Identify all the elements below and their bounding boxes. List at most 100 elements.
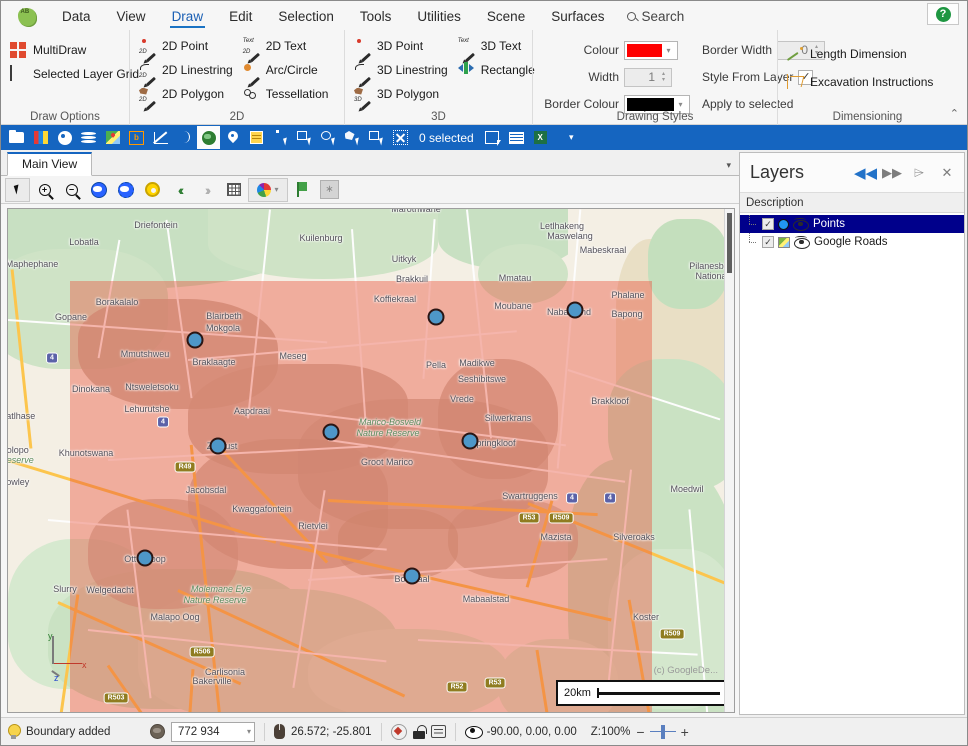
snap-target-icon[interactable] bbox=[390, 723, 407, 740]
map-point-marker[interactable] bbox=[186, 331, 204, 349]
tessellation-button[interactable]: Tessellation bbox=[240, 83, 336, 105]
ribbon-search[interactable]: Search bbox=[617, 5, 692, 30]
tab-overflow-caret-icon[interactable]: ▾ bbox=[726, 160, 731, 171]
map-viewport[interactable]: Driefontein Lobatla Maphephane Kuilenburg Ui… bbox=[7, 208, 735, 713]
globe-icon[interactable] bbox=[150, 724, 165, 739]
zoom-minus-icon[interactable]: − bbox=[636, 725, 644, 739]
map-point-marker[interactable] bbox=[136, 549, 154, 567]
map-point-marker[interactable] bbox=[427, 308, 445, 326]
select-circle-icon[interactable] bbox=[317, 126, 340, 149]
select-box-icon[interactable] bbox=[365, 126, 388, 149]
zoom-in-icon[interactable]: + bbox=[32, 178, 57, 202]
ribbon-tab-view[interactable]: View bbox=[104, 5, 159, 30]
globe-icon[interactable] bbox=[197, 126, 220, 149]
overflow-caret-icon[interactable]: ▾ bbox=[560, 126, 583, 149]
colour-theme-icon[interactable]: ▾ bbox=[248, 177, 288, 202]
excavation-instructions-button[interactable]: Excavation Instructions bbox=[784, 71, 940, 93]
close-icon[interactable]: ✕ bbox=[938, 165, 956, 181]
length-dimension-button[interactable]: Length Dimension bbox=[784, 43, 940, 65]
map-point-marker[interactable] bbox=[461, 432, 479, 450]
zoom-extents-icon[interactable] bbox=[86, 178, 111, 202]
previous-view-icon[interactable]: ‹‹ bbox=[167, 178, 192, 202]
feature-count-combo[interactable]: 772 934 ▾ bbox=[171, 721, 255, 742]
spreadsheet-icon[interactable] bbox=[29, 126, 52, 149]
layers-icon[interactable] bbox=[77, 126, 100, 149]
export-excel-icon[interactable]: X bbox=[529, 126, 552, 149]
map-point-marker[interactable] bbox=[566, 301, 584, 319]
2d-linestring-button[interactable]: 2D 2D Linestring bbox=[136, 59, 240, 86]
map-place-label: Reserve bbox=[7, 455, 34, 465]
scrollbar-thumb[interactable] bbox=[727, 213, 732, 273]
collapse-left-icon[interactable]: ◀◀ bbox=[854, 164, 877, 182]
unlocked-icon[interactable] bbox=[412, 724, 427, 739]
select-rectangle-icon[interactable] bbox=[293, 126, 316, 149]
ribbon-tab-tools[interactable]: Tools bbox=[347, 5, 405, 30]
ribbon-tab-utilities[interactable]: Utilities bbox=[404, 5, 474, 30]
ribbon-tab-draw[interactable]: Draw bbox=[159, 5, 217, 30]
grid-toggle-icon[interactable] bbox=[221, 178, 246, 202]
3d-linestring-button[interactable]: 3D Linestring bbox=[351, 59, 455, 86]
map-point-marker[interactable] bbox=[403, 567, 421, 585]
selection-boundary-rectangle[interactable] bbox=[70, 281, 652, 712]
zoom-out-icon[interactable]: − bbox=[59, 178, 84, 202]
ribbon-tab-edit[interactable]: Edit bbox=[216, 5, 265, 30]
tab-main-view[interactable]: Main View bbox=[7, 152, 93, 176]
pointer-select-icon[interactable] bbox=[5, 177, 30, 202]
attribute-table-icon[interactable] bbox=[505, 126, 528, 149]
colour-picker[interactable]: ▾ bbox=[624, 40, 678, 60]
next-view-icon[interactable]: ›› bbox=[194, 178, 219, 202]
selected-layer-grid-button[interactable]: Selected Layer Grid bbox=[7, 63, 146, 85]
bounding-box-icon[interactable]: b bbox=[125, 126, 148, 149]
multidraw-button[interactable]: MultiDraw bbox=[7, 39, 146, 61]
zoom-plus-icon[interactable]: + bbox=[681, 725, 689, 739]
spline-icon[interactable] bbox=[173, 126, 196, 149]
annotation-icon[interactable] bbox=[430, 725, 446, 738]
favourite-star-icon[interactable]: ∗ bbox=[317, 178, 342, 202]
2d-text-button[interactable]: Text 2D 2D Text bbox=[240, 35, 336, 62]
2d-point-button[interactable]: 2D 2D Point bbox=[136, 35, 240, 62]
map-vertical-scrollbar[interactable] bbox=[724, 209, 734, 712]
3d-point-button[interactable]: 3D Point bbox=[351, 35, 455, 62]
zoom-slider[interactable] bbox=[649, 724, 676, 739]
pin-marker-icon[interactable] bbox=[221, 126, 244, 149]
rectangle-button[interactable]: Rectangle bbox=[455, 59, 542, 81]
view-direction-icon[interactable] bbox=[464, 726, 483, 739]
expand-right-icon[interactable]: ▶▶ bbox=[882, 165, 902, 181]
ribbon-tab-scene[interactable]: Scene bbox=[474, 5, 538, 30]
pin-icon[interactable]: ⌲ bbox=[910, 165, 928, 181]
layer-visibility-checkbox[interactable]: ✓ bbox=[762, 236, 774, 248]
zoom-selection-icon[interactable] bbox=[113, 178, 138, 202]
map-canvas[interactable]: Driefontein Lobatla Maphephane Kuilenburg Ui… bbox=[8, 209, 734, 712]
3d-text-button[interactable]: Text 3D Text bbox=[455, 35, 542, 62]
ribbon-tab-selection[interactable]: Selection bbox=[265, 5, 347, 30]
layer-row[interactable]: ✓ Google Roads bbox=[740, 233, 964, 251]
width-spinner[interactable]: 1 ▴ ▾ bbox=[624, 67, 672, 87]
2d-polygon-button[interactable]: 2D 2D Polygon bbox=[136, 83, 240, 110]
settings-gear-icon[interactable] bbox=[140, 178, 165, 202]
help-button[interactable]: ? bbox=[927, 3, 959, 25]
map-point-marker[interactable] bbox=[209, 437, 227, 455]
arc-circle-button[interactable]: Arc/Circle bbox=[240, 59, 336, 86]
ribbon-tab-surfaces[interactable]: Surfaces bbox=[538, 5, 617, 30]
triangle-measure-icon[interactable] bbox=[149, 126, 172, 149]
layer-visibility-checkbox[interactable]: ✓ bbox=[762, 218, 774, 230]
3d-polygon-button[interactable]: 3D 3D Polygon bbox=[351, 83, 455, 110]
copy-selection-icon[interactable] bbox=[481, 126, 504, 149]
eye-icon[interactable] bbox=[793, 217, 809, 231]
layer-row[interactable]: ✓ Points bbox=[740, 215, 964, 233]
app-logo-icon[interactable] bbox=[5, 4, 49, 30]
eye-icon[interactable] bbox=[794, 235, 810, 249]
zoom-slider-control[interactable]: − + bbox=[636, 724, 689, 739]
ribbon-collapse-button[interactable]: ⌃ bbox=[950, 107, 959, 120]
ribbon-tab-data[interactable]: Data bbox=[49, 5, 104, 30]
select-point-icon[interactable] bbox=[269, 126, 292, 149]
layers-list[interactable]: ✓ Points ✓ Google Roads bbox=[740, 213, 964, 714]
clear-selection-icon[interactable] bbox=[389, 126, 412, 149]
google-map-icon[interactable] bbox=[101, 126, 124, 149]
map-point-marker[interactable] bbox=[322, 423, 340, 441]
bookmark-flag-icon[interactable] bbox=[290, 178, 315, 202]
legend-icon[interactable] bbox=[245, 126, 268, 149]
palette-icon[interactable] bbox=[53, 126, 76, 149]
select-polygon-icon[interactable] bbox=[341, 126, 364, 149]
open-folder-icon[interactable] bbox=[5, 126, 28, 149]
